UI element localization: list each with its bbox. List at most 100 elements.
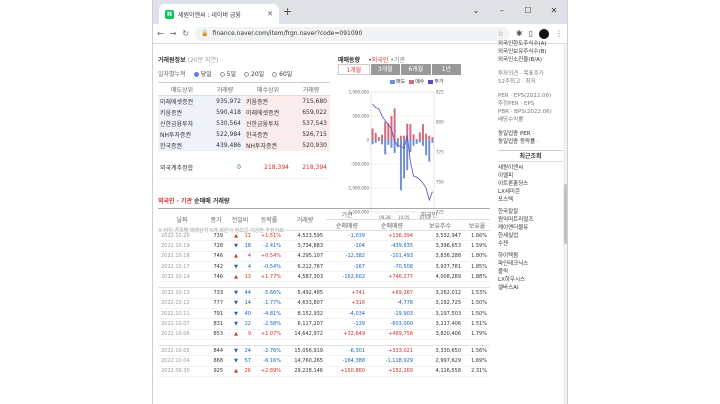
recent-item[interactable]: LX하우시스 bbox=[498, 276, 563, 284]
new-tab-icon[interactable]: + bbox=[283, 5, 292, 18]
sell-bar bbox=[418, 140, 421, 143]
sidepanel-icon[interactable]: ▯ bbox=[529, 29, 533, 38]
table-row: 2022.10.04 868 ▼ 57 -6.16% 14,760,265 -164,388… bbox=[158, 355, 490, 367]
row-rate: -1.77% bbox=[254, 298, 284, 310]
row-volume: 4,523,595 bbox=[284, 230, 326, 242]
sell-broker[interactable]: NH투자증권 bbox=[158, 128, 206, 140]
row-change: 40 bbox=[238, 308, 254, 320]
period-today[interactable]: 당일 bbox=[193, 69, 212, 78]
url-field[interactable]: 🔒 finance.naver.com/item/frgn.naver?code… bbox=[195, 26, 510, 41]
tab-1y[interactable]: 1년 bbox=[431, 64, 461, 75]
recent-item[interactable]: 한세실업 bbox=[498, 232, 563, 240]
recent-item[interactable]: 파인테크닉스 bbox=[498, 260, 563, 268]
recent-item[interactable]: 한국칼칼 bbox=[498, 208, 563, 216]
buy-broker[interactable]: 한국증권 bbox=[243, 128, 292, 140]
period-60d[interactable]: 60일 bbox=[272, 69, 292, 78]
recent-item[interactable]: 하이텍팜 bbox=[498, 252, 563, 260]
table-row: 2022.10.18 746 ▲ 4 +0.54% 4,295,107 -12,382 -10… bbox=[158, 251, 490, 262]
tab-6m[interactable]: 6개월 bbox=[401, 64, 431, 75]
table-row: 2022.10.11 791 ▼ 40 -4.81% 8,152,932 -4,034 -19… bbox=[158, 308, 490, 320]
recent-item[interactable]: 원익머트리얼즈 bbox=[498, 216, 563, 224]
buy-broker[interactable]: 신한금융투자 bbox=[243, 117, 292, 129]
row-foreign-net: -101,493 bbox=[368, 251, 416, 262]
buy-broker[interactable]: 미래에셋증권 bbox=[243, 106, 292, 118]
sell-broker[interactable]: 미래에셋증권 bbox=[158, 95, 206, 107]
recent-item[interactable]: 수젠 bbox=[498, 240, 563, 248]
recent-item[interactable]: 이트론홀딩스 bbox=[498, 180, 563, 188]
row-rate: +2.89% bbox=[254, 366, 284, 377]
row-foreign-ratio: 2.31% bbox=[464, 366, 490, 377]
row-foreign-hold: 4,008,289 bbox=[416, 271, 464, 283]
recent-item[interactable]: 이엘피 bbox=[498, 172, 563, 180]
sell-broker[interactable]: 키움증권 bbox=[158, 106, 206, 118]
close-tab-icon[interactable]: ✕ bbox=[267, 10, 273, 18]
row-close: 853 bbox=[206, 329, 226, 340]
maximize-icon[interactable]: ☐ bbox=[515, 0, 541, 24]
recent-item[interactable]: 케이엔더블유 bbox=[498, 224, 563, 232]
recent-item[interactable]: 플릭 bbox=[498, 268, 563, 276]
scrollbar-thumb[interactable] bbox=[564, 184, 567, 244]
sell-bar bbox=[374, 140, 377, 143]
row-date: 2022.10.18 bbox=[158, 251, 206, 262]
chart-period-tabs: 1개월 3개월 6개월 1년 bbox=[338, 64, 462, 75]
buy-broker[interactable]: NH투자증권 bbox=[243, 139, 292, 151]
bookmark-star-icon[interactable]: ☆ bbox=[498, 30, 504, 38]
close-window-icon[interactable]: ✕ bbox=[541, 0, 567, 24]
buy-bar bbox=[412, 134, 415, 140]
radio-icon bbox=[272, 72, 278, 77]
reload-icon[interactable]: ↻ bbox=[182, 29, 189, 38]
inst-filter[interactable]: •기관 bbox=[390, 57, 405, 64]
col-foreign-ratio: 보유율 bbox=[464, 219, 490, 231]
row-close: 728 bbox=[206, 240, 226, 252]
row-volume: 14,760,265 bbox=[284, 355, 326, 367]
tab-search-icon[interactable]: ⌄ bbox=[463, 0, 489, 24]
sell-volume: 590,418 bbox=[205, 106, 244, 118]
period-today-label: 당일 bbox=[200, 71, 212, 78]
row-foreign-net: +489,756 bbox=[368, 329, 416, 340]
plot-area bbox=[370, 91, 435, 213]
row-close: 742 bbox=[206, 261, 226, 273]
buy-broker[interactable]: 키움증권 bbox=[243, 95, 292, 107]
profile-avatar[interactable] bbox=[539, 28, 549, 39]
foreign-sum-net: 218,394 bbox=[291, 156, 330, 179]
recent-item[interactable]: LX세미콘 bbox=[498, 188, 563, 196]
recent-item[interactable]: 셀바스AI bbox=[498, 284, 563, 292]
url-text: finance.naver.com/item/frgn.naver?code=0… bbox=[212, 30, 363, 37]
period-20d[interactable]: 20일 bbox=[244, 69, 264, 78]
sell-broker[interactable]: 한국증권 bbox=[158, 139, 206, 151]
row-inst-net: -139 bbox=[326, 318, 368, 330]
menu-icon[interactable]: ⋮ bbox=[555, 29, 563, 38]
back-icon[interactable]: ← bbox=[157, 29, 164, 38]
radio-icon bbox=[193, 72, 199, 77]
up-arrow-icon: ▲ bbox=[226, 366, 238, 377]
row-rate: -6.16% bbox=[254, 355, 284, 367]
tab-3m[interactable]: 3개월 bbox=[370, 64, 400, 75]
table-row: 2022.10.17 742 ▼ 4 -0.54% 6,212,767 -167 -70,50… bbox=[158, 261, 490, 273]
foreign-limit-info: 외국인한도주식수(A) 외국인보유주식수(B) 외국인소진율(B/A) bbox=[498, 40, 563, 64]
broker-row: NH투자증권 522,984 한국증권 526,715 bbox=[158, 128, 330, 140]
opinion-info: 투자의견 · 목표주가 52주최고 · 최저 bbox=[498, 70, 563, 86]
minimize-icon[interactable]: – bbox=[489, 0, 515, 24]
tab-title: 세원이앤씨 : 네이버 금융 bbox=[178, 11, 241, 19]
browser-tab[interactable]: N 세원이앤씨 : 네이버 금융 ✕ bbox=[159, 4, 279, 24]
extensions-icon[interactable]: ✱ bbox=[516, 29, 523, 38]
opinion-info-item: 52주최고 · 최저 bbox=[498, 79, 536, 85]
sell-broker[interactable]: 신한금융투자 bbox=[158, 117, 206, 129]
sell-bar bbox=[415, 140, 418, 144]
row-inst-net: -104 bbox=[326, 240, 368, 252]
row-foreign-ratio: 1.53% bbox=[464, 287, 490, 299]
scrollbar[interactable] bbox=[563, 44, 567, 404]
foreign-filter[interactable]: •외국인 bbox=[368, 57, 388, 64]
period-60d-label: 60일 bbox=[279, 71, 293, 78]
period-20d-label: 20일 bbox=[251, 71, 265, 78]
sell-volume: 935,972 bbox=[205, 95, 244, 107]
chart-panel: 1개월 3개월 6개월 1년 매도 매수 주가 1,000,000 500,000… bbox=[338, 64, 462, 232]
tab-1m[interactable]: 1개월 bbox=[338, 64, 370, 75]
forward-icon[interactable]: → bbox=[170, 29, 177, 38]
period-5d[interactable]: 5일 bbox=[219, 69, 236, 78]
recent-item[interactable]: 세원이앤씨 bbox=[498, 164, 563, 172]
recent-item[interactable]: 포스텍 bbox=[498, 196, 563, 204]
row-volume: 14,642,972 bbox=[284, 329, 326, 340]
col-close: 종가 bbox=[206, 208, 226, 231]
per-info-item: PBR · BPS(2022.06) bbox=[498, 109, 552, 115]
